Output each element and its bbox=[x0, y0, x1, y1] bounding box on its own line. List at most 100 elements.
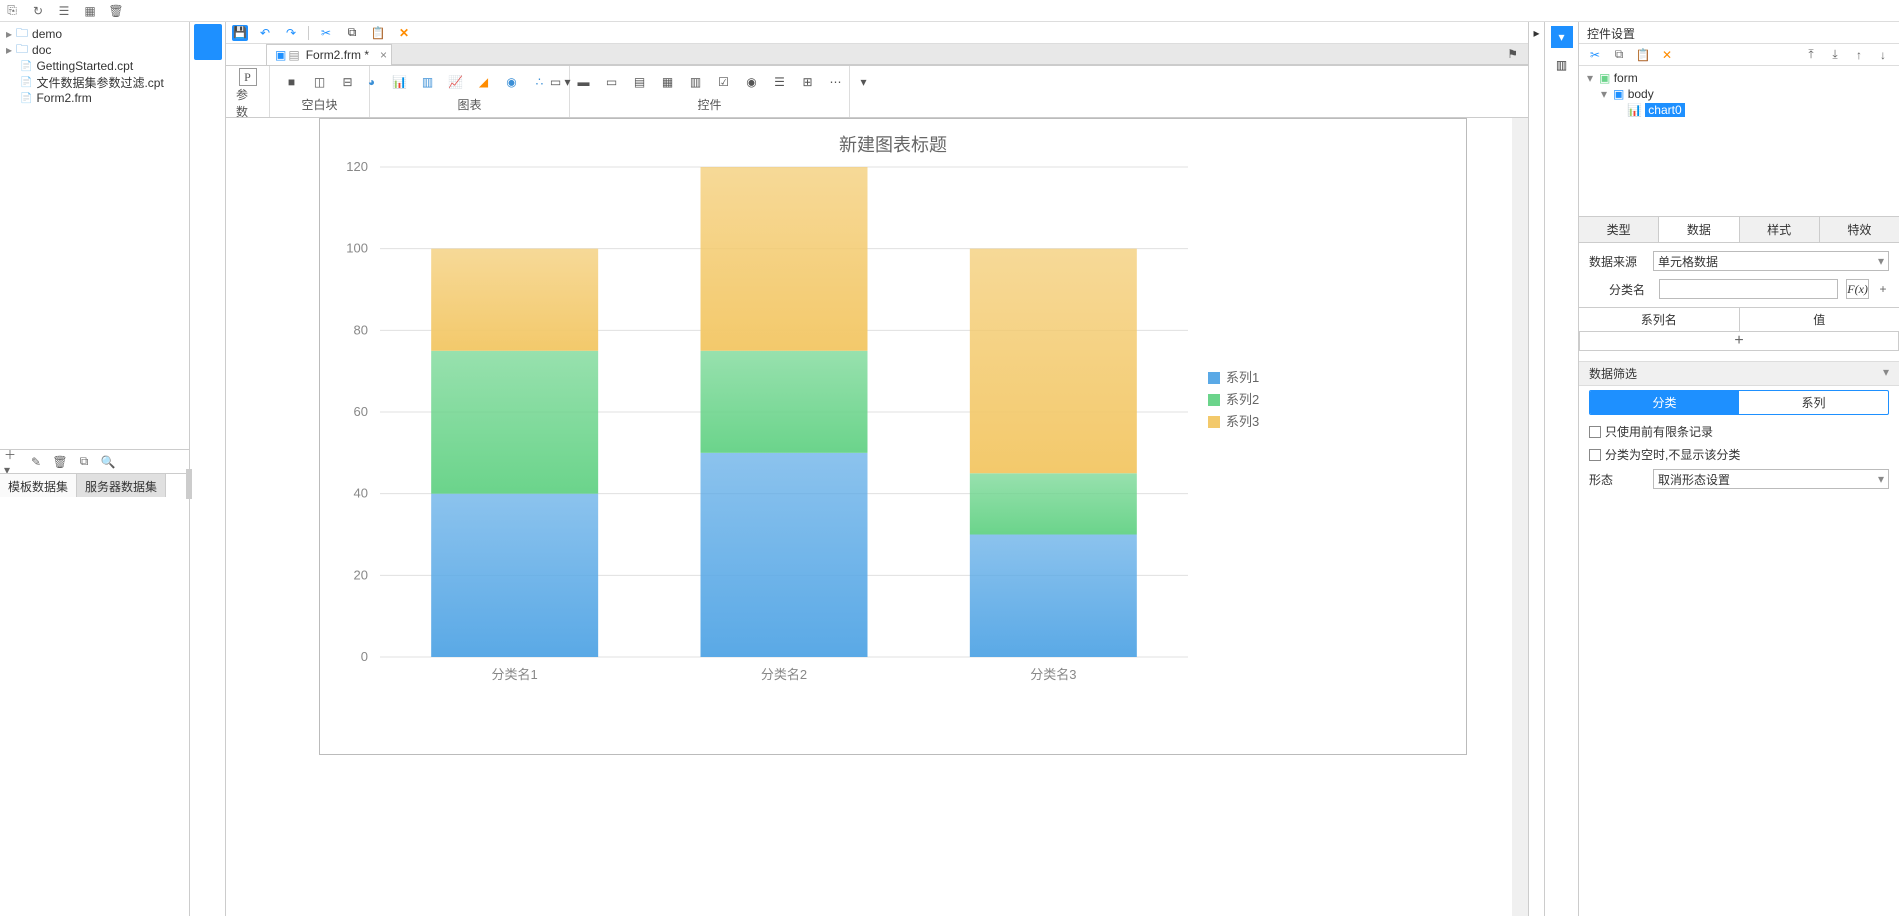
document-tab[interactable]: ▣▤ Form2.frm * × bbox=[266, 44, 392, 65]
ribbon-label-chart: 图表 bbox=[457, 96, 481, 115]
button-widget-icon[interactable]: ▬ bbox=[575, 73, 593, 91]
tree-row-chart[interactable]: 📊 chart0 bbox=[1587, 102, 1891, 118]
copy-icon[interactable]: ⧉ bbox=[76, 454, 92, 470]
grid-icon[interactable]: ▦ bbox=[82, 3, 98, 19]
tab-template-dataset[interactable]: 模板数据集 bbox=[0, 474, 77, 497]
param-icon[interactable]: P bbox=[239, 68, 257, 86]
tab-close-icon[interactable]: × bbox=[380, 48, 387, 62]
document-tab-label: Form2.frm * bbox=[306, 48, 369, 62]
split-h-icon[interactable]: ◫ bbox=[311, 73, 329, 91]
svg-text:分类名1: 分类名1 bbox=[492, 667, 538, 682]
folder-label: doc bbox=[32, 43, 51, 57]
move-bottom-icon[interactable]: ⤓ bbox=[1827, 47, 1843, 63]
move-up-icon[interactable]: ↑ bbox=[1851, 47, 1867, 63]
split-v-icon[interactable]: ⊟ bbox=[339, 73, 357, 91]
form-mode-icon[interactable] bbox=[194, 24, 222, 60]
layout-icon[interactable]: ☰ bbox=[56, 3, 72, 19]
series-table-header: 系列名 值 bbox=[1579, 307, 1899, 332]
file-label: Form2.frm bbox=[36, 91, 91, 105]
edit-icon[interactable]: ✎ bbox=[28, 454, 44, 470]
more-widget-icon[interactable]: ⋯ bbox=[827, 73, 845, 91]
blank-block-icon[interactable]: ■ bbox=[283, 73, 301, 91]
undo-icon[interactable]: ↶ bbox=[256, 24, 274, 42]
preview-icon[interactable]: 🔍 bbox=[100, 454, 116, 470]
right-panel: 控件设置 ✂ ⧉ 📋 ✕ ⤒ ⤓ ↑ ↓ ▾▣ form ▾▣ body 📊 c… bbox=[1579, 22, 1899, 916]
select-datasource[interactable]: 单元格数据▾ bbox=[1653, 251, 1889, 271]
filter-toggle: 分类 系列 bbox=[1589, 390, 1889, 415]
toggle-series[interactable]: 系列 bbox=[1739, 391, 1888, 414]
line-chart-icon[interactable]: 📈 bbox=[447, 73, 465, 91]
label-shape: 形态 bbox=[1589, 471, 1645, 488]
add-series-button[interactable]: + bbox=[1579, 332, 1899, 351]
ribbon-label-blank: 空白块 bbox=[301, 96, 337, 115]
date-widget-icon[interactable]: ▦ bbox=[659, 73, 677, 91]
input-category[interactable] bbox=[1659, 279, 1838, 299]
list-widget-icon[interactable]: ☰ bbox=[771, 73, 789, 91]
paste-icon[interactable]: 📋 bbox=[369, 24, 387, 42]
design-canvas[interactable]: 新建图表标题 020406080100120分类名1分类名2分类名3系列1系列2… bbox=[226, 118, 1528, 916]
file-label: 文件数据集参数过滤.cpt bbox=[36, 74, 163, 91]
add-category-icon[interactable]: + bbox=[1877, 281, 1889, 297]
tree-folder[interactable]: ▸🗀demo bbox=[2, 26, 187, 42]
save-icon[interactable]: 💾 bbox=[232, 25, 248, 41]
vertical-scrollbar[interactable] bbox=[1512, 118, 1528, 916]
area-chart-icon[interactable]: ◢ bbox=[475, 73, 493, 91]
close-icon[interactable]: ✕ bbox=[395, 24, 413, 42]
tree-folder[interactable]: ▸🗀doc bbox=[2, 42, 187, 58]
section-filter[interactable]: 数据筛选▾ bbox=[1579, 361, 1899, 386]
tree-row-body[interactable]: ▾▣ body bbox=[1587, 86, 1891, 102]
file-tree: ▸🗀demo ▸🗀doc 📄GettingStarted.cpt 📄文件数据集参… bbox=[0, 22, 189, 449]
strip-settings-icon[interactable]: ▾ bbox=[1551, 26, 1573, 48]
copy-icon[interactable]: ⧉ bbox=[343, 24, 361, 42]
tab-style[interactable]: 样式 bbox=[1740, 217, 1820, 242]
delete-icon[interactable]: ✕ bbox=[1659, 47, 1675, 63]
svg-text:20: 20 bbox=[354, 567, 368, 582]
move-down-icon[interactable]: ↓ bbox=[1875, 47, 1891, 63]
tree-file[interactable]: 📄Form2.frm bbox=[2, 90, 187, 106]
gauge-icon[interactable]: ◉ bbox=[503, 73, 521, 91]
number-widget-icon[interactable]: ▥ bbox=[687, 73, 705, 91]
copy-icon[interactable]: ⧉ bbox=[1611, 47, 1627, 63]
fx-button[interactable]: F(x) bbox=[1846, 279, 1869, 299]
checkbox-limit[interactable] bbox=[1589, 426, 1601, 438]
folder-label: demo bbox=[32, 27, 62, 41]
tree-file[interactable]: 📄文件数据集参数过滤.cpt bbox=[2, 74, 187, 90]
collapse-right-icon[interactable]: ▸ bbox=[1529, 22, 1545, 916]
flag-icon[interactable]: ⚑ bbox=[1507, 47, 1518, 61]
tab-data[interactable]: 数据 bbox=[1659, 217, 1739, 242]
pie-chart-icon[interactable]: ◕ bbox=[363, 73, 381, 91]
column-chart-icon[interactable]: ▥ bbox=[419, 73, 437, 91]
label-widget-icon[interactable]: ▭ bbox=[603, 73, 621, 91]
check-widget-icon[interactable]: ☑ bbox=[715, 73, 733, 91]
tree-widget-icon[interactable]: ⊞ bbox=[799, 73, 817, 91]
tab-effect[interactable]: 特效 bbox=[1820, 217, 1899, 242]
svg-text:系列1: 系列1 bbox=[1226, 370, 1259, 385]
add-icon[interactable]: ＋▾ bbox=[4, 454, 20, 470]
chart-widget[interactable]: 新建图表标题 020406080100120分类名1分类名2分类名3系列1系列2… bbox=[319, 118, 1467, 755]
cut-icon[interactable]: ✂ bbox=[317, 24, 335, 42]
strip-layout-icon[interactable]: ▥ bbox=[1551, 54, 1573, 76]
move-top-icon[interactable]: ⤒ bbox=[1803, 47, 1819, 63]
right-strip: ▾ ▥ bbox=[1545, 22, 1579, 916]
tree-row-form[interactable]: ▾▣ form bbox=[1587, 70, 1891, 86]
tab-type[interactable]: 类型 bbox=[1579, 217, 1659, 242]
select-shape[interactable]: 取消形态设置▾ bbox=[1653, 469, 1889, 489]
tab-server-dataset[interactable]: 服务器数据集 bbox=[77, 474, 166, 497]
redo-icon[interactable]: ↷ bbox=[282, 24, 300, 42]
delete-ds-icon[interactable]: 🗑 bbox=[52, 454, 68, 470]
text-widget-icon[interactable]: ▭ bbox=[547, 73, 565, 91]
radio-widget-icon[interactable]: ◉ bbox=[743, 73, 761, 91]
combo-widget-icon[interactable]: ▤ bbox=[631, 73, 649, 91]
widget-dropdown-icon[interactable]: ▾ bbox=[855, 73, 873, 91]
checkbox-hide-empty[interactable] bbox=[1589, 449, 1601, 461]
tree-file[interactable]: 📄GettingStarted.cpt bbox=[2, 58, 187, 74]
delete-icon[interactable]: 🗑 bbox=[108, 3, 124, 19]
bar-chart-icon[interactable]: 📊 bbox=[391, 73, 409, 91]
svg-text:分类名3: 分类名3 bbox=[1030, 667, 1076, 682]
cut-icon[interactable]: ✂ bbox=[1587, 47, 1603, 63]
paste-icon[interactable]: 📋 bbox=[1635, 47, 1651, 63]
right-panel-toolbar: ✂ ⧉ 📋 ✕ ⤒ ⤓ ↑ ↓ bbox=[1579, 44, 1899, 66]
refresh-icon[interactable]: ↻ bbox=[30, 3, 46, 19]
toggle-category[interactable]: 分类 bbox=[1590, 391, 1739, 414]
new-file-icon[interactable]: ⎘ bbox=[4, 3, 20, 19]
